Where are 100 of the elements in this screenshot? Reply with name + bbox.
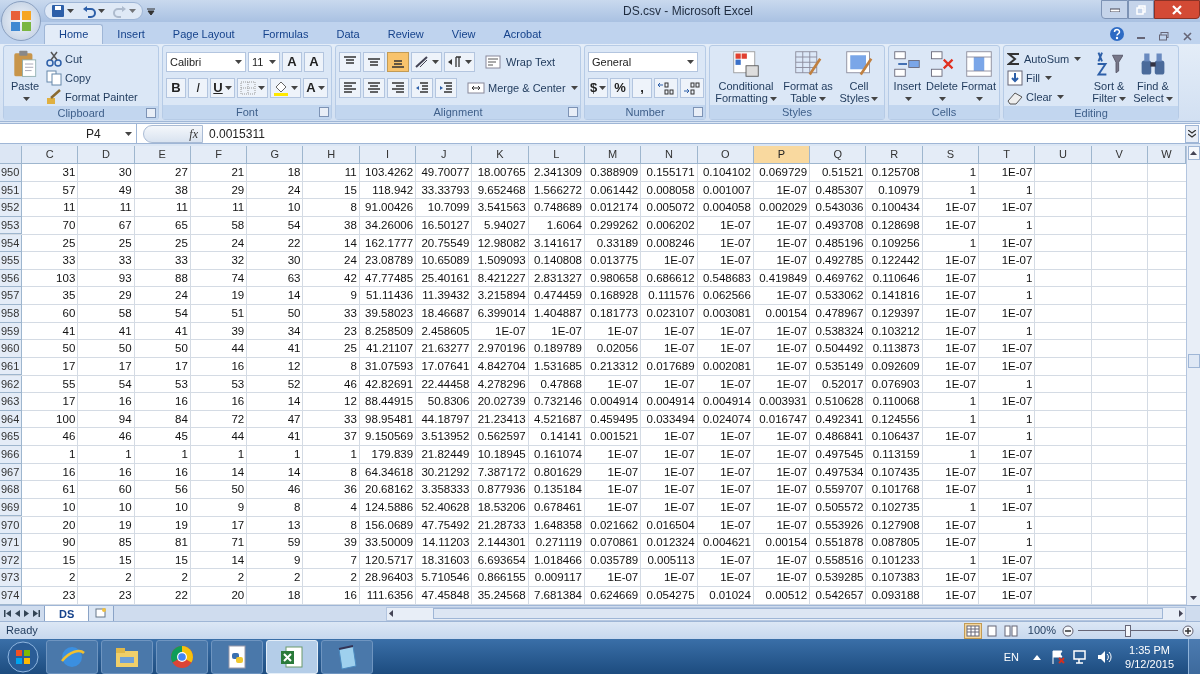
ribbon-button[interactable]: Cell Styles <box>837 50 881 104</box>
ribbon-tab[interactable]: Review <box>373 24 438 44</box>
view-button[interactable] <box>963 622 982 639</box>
ribbon-tab[interactable]: Page Layout <box>158 24 249 44</box>
row-header[interactable]: 957 <box>0 287 22 305</box>
ribbon-button[interactable]: Conditional Formatting <box>713 50 779 104</box>
dialog-launcher[interactable] <box>568 107 578 117</box>
ribbon-button[interactable]: Copy <box>46 69 138 87</box>
ribbon-button[interactable]: Sort & Filter <box>1090 50 1128 104</box>
ribbon-button[interactable]: Format Painter <box>46 88 138 106</box>
toolbar-button[interactable] <box>363 52 385 72</box>
ribbon-button[interactable]: Wrap Text <box>483 52 558 72</box>
column-header[interactable]: M <box>584 146 642 164</box>
ribbon-tab[interactable]: Home <box>44 24 104 44</box>
clock-time[interactable]: 1:35 PM <box>1129 643 1170 657</box>
column-header[interactable]: N <box>641 146 698 164</box>
toolbar-button[interactable] <box>411 78 433 98</box>
toolbar-button[interactable] <box>363 78 385 98</box>
ribbon-tab[interactable]: Acrobat <box>489 24 556 44</box>
percent-button[interactable]: % <box>610 78 630 98</box>
taskbar-button[interactable] <box>46 640 98 674</box>
row-header[interactable]: 963 <box>0 393 22 411</box>
shrink-font-button[interactable]: A <box>304 52 324 72</box>
ribbon-tab[interactable]: View <box>437 24 490 44</box>
column-header[interactable]: K <box>472 146 529 164</box>
taskbar-button[interactable] <box>211 640 263 674</box>
zoom-slider[interactable] <box>1078 624 1178 637</box>
comma-style-button[interactable]: , <box>632 78 652 98</box>
ribbon-tab[interactable]: Data <box>322 24 374 44</box>
ribbon-tab[interactable]: Formulas <box>248 24 323 44</box>
row-header[interactable]: 966 <box>0 446 22 464</box>
row-header[interactable]: 971 <box>0 534 22 552</box>
column-header[interactable]: R <box>866 146 923 164</box>
toolbar-button[interactable] <box>435 78 457 98</box>
column-header[interactable]: C <box>22 146 79 164</box>
column-header[interactable]: U <box>1035 146 1092 164</box>
column-header[interactable]: P <box>753 146 811 164</box>
toolbar-button[interactable] <box>270 78 301 98</box>
toolbar-button[interactable] <box>444 52 475 72</box>
ribbon-button[interactable]: Insert <box>892 50 923 104</box>
close-button[interactable] <box>1154 0 1200 19</box>
column-header[interactable]: G <box>247 146 304 164</box>
column-header[interactable]: E <box>134 146 191 164</box>
column-header[interactable]: O <box>697 146 754 164</box>
font-color-button[interactable]: A <box>303 78 328 98</box>
row-header[interactable]: 955 <box>0 252 22 270</box>
currency-button[interactable]: $ <box>588 78 608 98</box>
view-button[interactable] <box>1001 622 1020 639</box>
ribbon-button[interactable]: Cut <box>46 50 138 68</box>
ribbon-button[interactable]: Delete <box>925 50 959 104</box>
toolbar-button[interactable] <box>680 78 704 98</box>
column-header[interactable]: L <box>528 146 585 164</box>
column-header[interactable]: V <box>1091 146 1148 164</box>
row-header[interactable]: 960 <box>0 340 22 358</box>
ribbon-tab[interactable]: Insert <box>103 24 159 44</box>
vertical-scrollbar[interactable] <box>1186 146 1200 605</box>
scroll-up-button[interactable] <box>1187 146 1200 160</box>
grow-font-button[interactable]: A <box>282 52 302 72</box>
column-header[interactable]: D <box>78 146 135 164</box>
column-header[interactable]: S <box>922 146 980 164</box>
dialog-launcher[interactable] <box>693 107 703 117</box>
ribbon-button[interactable]: Merge & Center <box>465 78 580 98</box>
toolbar-button[interactable] <box>387 78 409 98</box>
row-header[interactable]: 952 <box>0 199 22 217</box>
underline-button[interactable]: U <box>210 78 235 98</box>
show-desktop-button[interactable] <box>1188 639 1200 674</box>
ribbon-button[interactable]: Clear <box>1007 88 1082 106</box>
restore-button[interactable] <box>1128 0 1154 19</box>
row-header[interactable]: 958 <box>0 305 22 323</box>
taskbar-button[interactable] <box>101 640 153 674</box>
scrollbar-thumb[interactable] <box>1187 353 1200 368</box>
combo-box[interactable]: General <box>588 52 698 72</box>
formula-field[interactable]: 0.0015311 <box>209 124 265 143</box>
toolbar-button[interactable] <box>654 78 678 98</box>
taskbar-button[interactable] <box>321 640 373 674</box>
column-header[interactable]: Q <box>810 146 867 164</box>
ribbon-button[interactable]: AutoSum <box>1007 50 1082 68</box>
column-header[interactable]: H <box>303 146 360 164</box>
language-indicator[interactable]: EN <box>1003 648 1020 666</box>
ribbon-button[interactable]: Find & Select <box>1130 50 1175 104</box>
column-header[interactable]: I <box>359 146 417 164</box>
new-sheet-button[interactable] <box>89 605 115 622</box>
horizontal-scrollbar[interactable] <box>386 606 1186 621</box>
toolbar-button[interactable] <box>339 78 361 98</box>
dialog-launcher[interactable] <box>146 108 156 118</box>
name-box[interactable]: P4 <box>0 124 137 143</box>
row-header[interactable]: 973 <box>0 569 22 587</box>
ribbon-button[interactable]: Fill <box>1007 69 1082 87</box>
italic-button[interactable]: I <box>188 78 208 98</box>
sheet-tab[interactable]: DS <box>44 605 90 622</box>
toolbar-button[interactable] <box>411 52 442 72</box>
column-header[interactable]: W <box>1147 146 1186 164</box>
insert-function-label[interactable]: fx <box>189 124 198 143</box>
toolbar-button[interactable] <box>387 52 409 72</box>
toolbar-button[interactable] <box>339 52 361 72</box>
taskbar-button[interactable] <box>156 640 208 674</box>
toolbar-button[interactable] <box>237 78 268 98</box>
column-header[interactable]: F <box>190 146 248 164</box>
ribbon-button[interactable]: Format <box>961 50 996 104</box>
row-header[interactable]: 950 <box>0 164 22 182</box>
